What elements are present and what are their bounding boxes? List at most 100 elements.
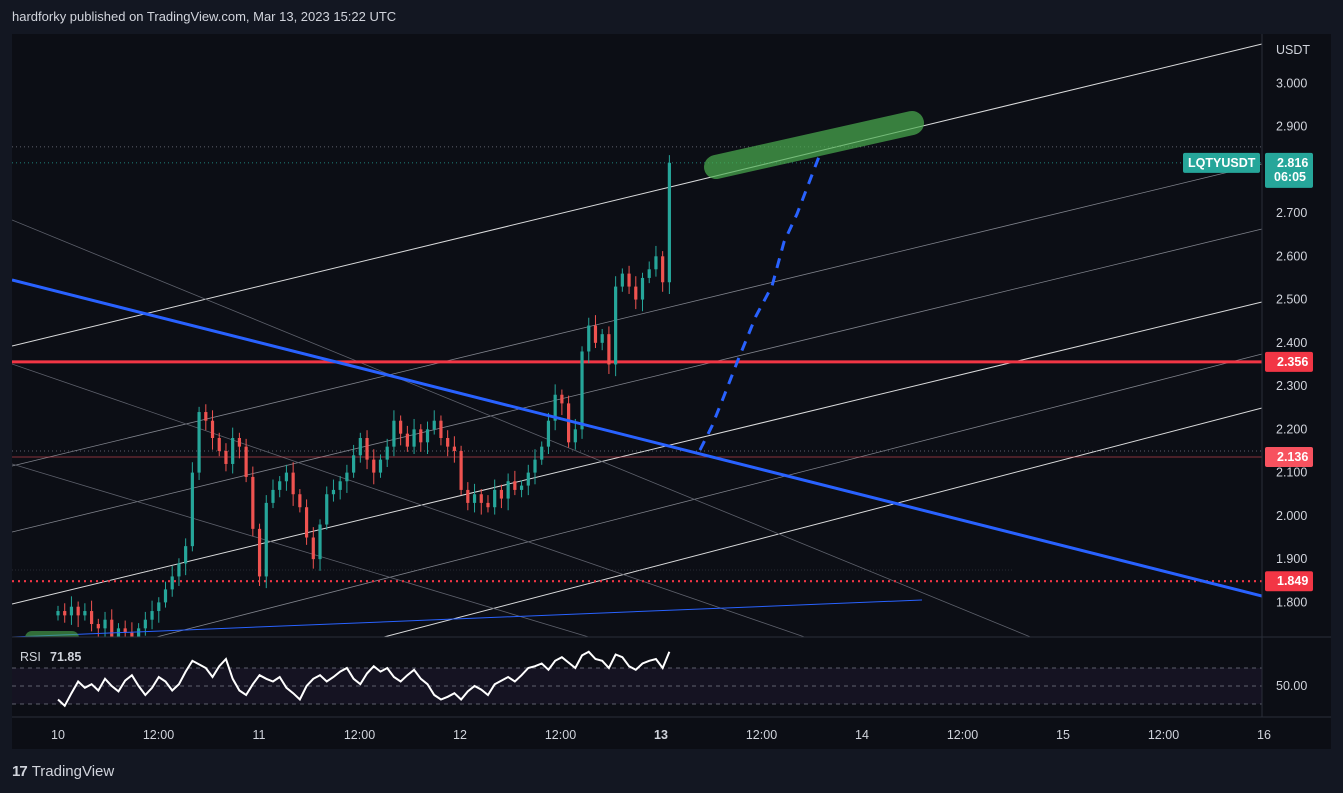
candle [620, 268, 624, 292]
channel-line [154, 353, 1262, 637]
candle [399, 415, 403, 446]
candle [184, 538, 188, 576]
candle-body [352, 455, 356, 473]
price-axis: USDT 3.000 2.900 2.700 2.600 2.500 2.400 2.300 2… [12, 34, 1331, 742]
x-tick: 12:00 [545, 728, 576, 742]
candle [607, 326, 611, 374]
candle [157, 597, 161, 623]
candle [331, 479, 336, 502]
candle-body [251, 476, 255, 529]
x-tick: 15 [1056, 728, 1070, 742]
candle-body [170, 576, 174, 590]
candle [116, 623, 121, 637]
y-tick: 2.000 [1276, 509, 1307, 523]
candle-body [466, 489, 470, 503]
x-tick: 12:00 [1148, 728, 1179, 742]
candle [251, 466, 255, 537]
candle [163, 581, 168, 608]
candle-body [593, 325, 598, 343]
candles-layer [56, 155, 671, 637]
candle [378, 454, 383, 478]
candle [661, 251, 665, 292]
candle-body [278, 481, 282, 490]
y-tick: 2.400 [1276, 336, 1307, 350]
candle-body [83, 611, 87, 616]
candle-body [291, 472, 295, 495]
candle-body [130, 632, 134, 637]
candle [318, 519, 322, 571]
candle-body [607, 334, 611, 365]
candle [385, 438, 389, 467]
chart-panel[interactable]: RSI 71.85 50.00 USDT 3.000 2.900 2.700 2.600 2.… [12, 34, 1331, 749]
candle [452, 436, 456, 463]
candle [640, 272, 645, 312]
candle [533, 449, 537, 485]
candle-body [385, 446, 389, 460]
candle-body [486, 502, 490, 508]
candle-body [157, 602, 161, 612]
candle [526, 464, 530, 496]
candle [358, 432, 362, 463]
candle [298, 489, 302, 513]
y-tick: 1.900 [1276, 552, 1307, 566]
candle [137, 623, 141, 637]
y-tick: 3.000 [1276, 76, 1307, 90]
candle [405, 425, 409, 452]
candle-body [76, 606, 80, 616]
x-tick: 16 [1257, 728, 1271, 742]
candle [593, 315, 598, 349]
candle [479, 489, 483, 515]
candle-body [210, 420, 215, 438]
candle-body [197, 412, 201, 473]
candle [197, 406, 201, 480]
candle-body [63, 611, 67, 616]
candle-body [432, 420, 436, 430]
candle-body [298, 494, 302, 508]
chart-svg[interactable]: RSI 71.85 50.00 USDT 3.000 2.900 2.700 2.600 2.… [12, 34, 1331, 749]
candle [560, 389, 564, 416]
candle [56, 605, 60, 621]
candle-body [452, 446, 456, 451]
candle-body [69, 606, 74, 616]
candle-body [392, 420, 396, 447]
candle-body [560, 394, 564, 404]
candle-body [264, 502, 268, 577]
level-tag-value: 2.356 [1277, 355, 1308, 369]
candle [472, 483, 477, 513]
tradingview-logo-icon[interactable]: 17 [12, 763, 28, 780]
candle [493, 479, 497, 515]
candle-body [143, 619, 147, 629]
brand-name[interactable]: TradingView [32, 763, 115, 780]
candle-body [640, 277, 645, 300]
candle [63, 603, 67, 623]
x-tick: 12:00 [947, 728, 978, 742]
candle [459, 445, 463, 496]
countdown: 06:05 [1274, 170, 1306, 184]
candle [372, 449, 376, 485]
candle [519, 480, 524, 498]
candle [587, 317, 591, 364]
candle-body [163, 589, 168, 603]
candle-body [110, 619, 114, 637]
candle [553, 384, 557, 431]
candle-body [311, 537, 315, 560]
candle-body [419, 429, 423, 443]
candle-body [405, 433, 409, 447]
candle-body [345, 472, 349, 482]
candle-body [224, 450, 228, 464]
candle [224, 443, 228, 472]
candle-body [231, 438, 235, 464]
candle-body [331, 489, 336, 495]
candle [614, 276, 618, 377]
x-tick: 12:00 [344, 728, 375, 742]
candle [466, 482, 470, 511]
candle [210, 410, 215, 450]
candle-body [338, 481, 342, 490]
candle-body [566, 403, 571, 443]
publish-info: hardforky published on TradingView.com, … [12, 9, 397, 24]
rsi-pane: RSI 71.85 50.00 [12, 650, 1307, 708]
candle [217, 432, 221, 457]
x-tick: 12 [453, 728, 467, 742]
candle [130, 622, 134, 637]
level-tag-value: 1.849 [1277, 574, 1308, 588]
